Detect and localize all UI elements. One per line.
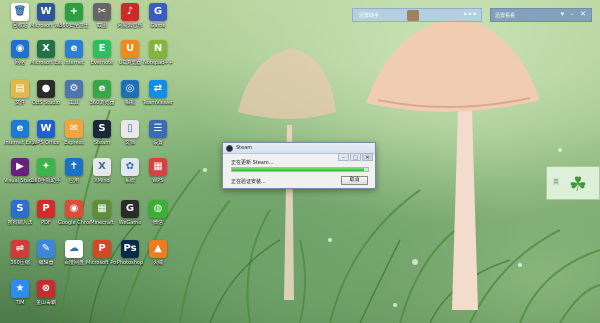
wegame-icon: G <box>121 200 139 218</box>
update-progress-bar <box>231 167 369 172</box>
word-icon: W <box>37 3 55 21</box>
360browser-icon: e <box>93 80 111 98</box>
shortcut-label: 火绒 <box>152 260 163 266</box>
desktop-shortcut[interactable]: G Game <box>142 3 174 39</box>
xunlei-assistant-widget[interactable]: 迅雷助手 ••• <box>352 8 482 22</box>
clover-icon: ☘ <box>569 172 587 196</box>
verify-status-text: 正在验证安装... <box>231 179 266 185</box>
vs-icon: ▶ <box>11 158 29 176</box>
wechat-icon: ◍ <box>149 200 167 218</box>
steam-update-dialog: Steam – □ ✕ 正在更新 Steam... 正在验证安装... 取消 <box>222 142 376 189</box>
photoshop-icon: Ps <box>121 240 139 258</box>
shortcut-label: 设置 <box>152 140 163 146</box>
camera-icon: ◎ <box>121 80 139 98</box>
evernote-icon: E <box>93 40 111 58</box>
editor-icon: ✎ <box>37 240 55 258</box>
more-dots-icon[interactable]: ••• <box>463 10 477 20</box>
phone-icon: ✦ <box>37 158 55 176</box>
desktop-shortcut[interactable]: ☰ 设置 <box>142 120 174 156</box>
tool-icon: ⚙ <box>65 80 83 98</box>
desktop-shortcut[interactable]: ◍ 微信 <box>142 200 174 236</box>
dialog-title: Steam <box>236 145 253 151</box>
desktop-shortcut[interactable]: ⇄ TeamViewer <box>142 80 174 116</box>
xunlei-assistant-label: 迅雷助手 <box>359 13 380 19</box>
folder-icon: ▤ <box>11 80 29 98</box>
minecraft-icon: ▦ <box>93 200 111 218</box>
app-icon: ✝ <box>65 158 83 176</box>
settings-icon: ☰ <box>149 120 167 138</box>
network-icon: ◉ <box>11 40 29 58</box>
desktop-shortcut[interactable]: ▦ WPS <box>142 158 174 194</box>
avatar <box>407 10 419 21</box>
system-icon: ✿ <box>121 158 139 176</box>
wps-app-icon: ▦ <box>149 158 167 176</box>
xmind-icon: X <box>93 158 111 176</box>
capture-icon: ✂ <box>93 3 111 21</box>
huorong-icon: ▲ <box>149 240 167 258</box>
desktop-shortcut[interactable]: N Notepad++ <box>142 40 174 76</box>
desktop-shortcut[interactable]: ▲ 火绒 <box>142 240 174 276</box>
antivirus-icon: ⊗ <box>37 280 55 298</box>
cloud-icon: ☁ <box>65 240 83 258</box>
xunlei-kankan-label: 迅雷看看 <box>495 13 516 19</box>
clover-widget[interactable]: 英 ☘ <box>546 166 600 200</box>
top-widget-bar: 迅雷助手 ••• 迅雷看看 ▾ – ✕ <box>352 8 592 22</box>
pdf-icon: P <box>37 200 55 218</box>
obs-icon: ● <box>37 80 55 98</box>
desktop-shortcut[interactable]: ⊗ 金山毒霸 <box>30 280 62 316</box>
tim-icon: ★ <box>11 280 29 298</box>
shortcut-label: WPS <box>152 178 164 184</box>
shortcut-label: TeamViewer <box>142 100 174 106</box>
doc-icon: ▯ <box>121 120 139 138</box>
explorer-icon: e <box>11 120 29 138</box>
chrome-icon: ◉ <box>65 200 83 218</box>
progress-fill <box>232 168 364 171</box>
teamviewer-icon: ⇄ <box>149 80 167 98</box>
shortcut-label: 微信 <box>152 220 163 226</box>
shortcut-label: Notepad++ <box>143 60 173 66</box>
music-icon: ♪ <box>121 3 139 21</box>
input-method-label: 英 <box>553 179 560 186</box>
recycle-bin-icon: 🗑 <box>11 3 29 21</box>
steam-logo-icon <box>226 145 233 152</box>
wps-icon: W <box>37 120 55 138</box>
360-icon: + <box>65 3 83 21</box>
update-status-text: 正在更新 Steam... <box>231 160 274 166</box>
shortcut-label: 金山毒霸 <box>35 300 56 306</box>
shortcut-label: Game <box>150 23 166 29</box>
game-icon: G <box>149 3 167 21</box>
ie-icon: e <box>65 40 83 58</box>
notepad-icon: N <box>149 40 167 58</box>
sogou-icon: S <box>11 200 29 218</box>
desktop: 🗑回收站WMicrosoft Word+360安全卫士✂截图♪网易云音乐GGam… <box>0 0 600 323</box>
powerpoint-icon: P <box>93 240 111 258</box>
uc-icon: U <box>121 40 139 58</box>
steam-icon: S <box>93 120 111 138</box>
widget-window-buttons[interactable]: ▾ – ✕ <box>561 10 588 18</box>
dialog-body: 正在更新 Steam... 正在验证安装... 取消 <box>223 154 375 189</box>
express-icon: ✉ <box>65 120 83 138</box>
zip-icon: ⇌ <box>11 240 29 258</box>
excel-icon: X <box>37 40 55 58</box>
dialog-titlebar[interactable]: Steam – □ ✕ <box>223 143 375 161</box>
xunlei-kankan-widget[interactable]: 迅雷看看 ▾ – ✕ <box>490 8 592 22</box>
cancel-button[interactable]: 取消 <box>341 176 368 185</box>
